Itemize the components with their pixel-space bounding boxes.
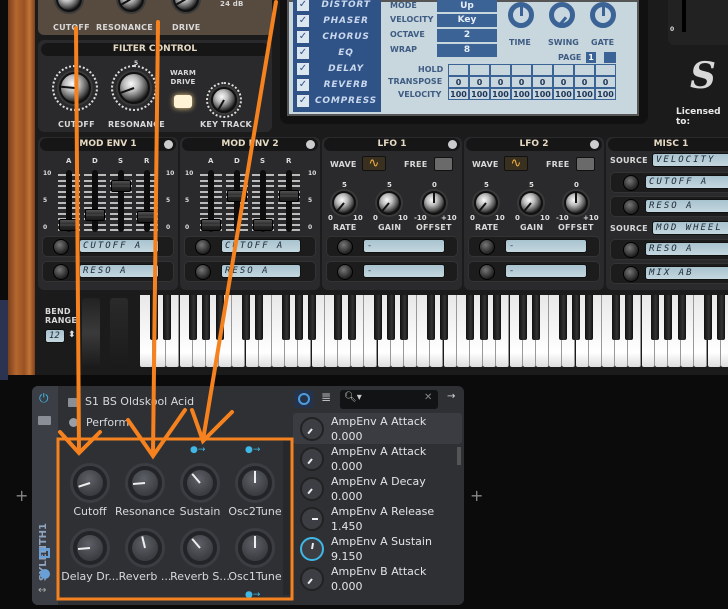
- annotation-overlay: [56, 0, 294, 601]
- annotation-arrow-cutoff: [74, 26, 81, 454]
- annotation-arrowhead: [190, 408, 234, 445]
- annotation-arrow-sustain: [201, 0, 278, 442]
- annotation-highlight-box: [56, 437, 294, 601]
- annotation-arrowhead: [126, 408, 187, 460]
- annotation-arrow-resonance: [151, 20, 160, 457]
